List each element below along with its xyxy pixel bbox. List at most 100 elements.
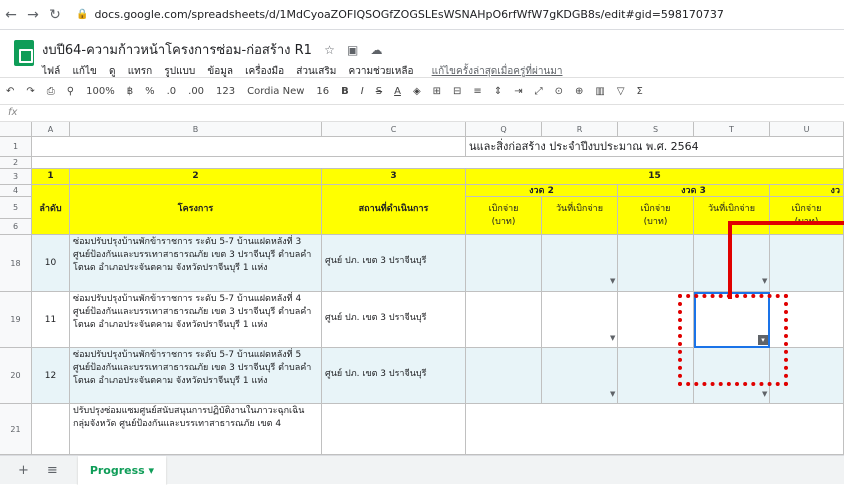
col-header-a[interactable]: A [32, 122, 70, 137]
row-19-no[interactable]: 11 [32, 292, 70, 348]
row-header-20[interactable]: 20 [0, 348, 32, 404]
col-header-c[interactable]: C [322, 122, 466, 137]
header-ngod-4[interactable]: งว [770, 185, 844, 197]
row-21-no[interactable] [32, 404, 70, 455]
zoom-select[interactable]: 100% [86, 86, 115, 97]
row-header-1[interactable]: 1 [0, 137, 32, 157]
row-header-19[interactable]: 19 [0, 292, 32, 348]
merge-icon[interactable]: ⊟ [453, 86, 461, 97]
header-s-pay[interactable]: เบิกจ่าย (บาท) [618, 197, 694, 235]
valign-icon[interactable]: ⇕ [494, 86, 502, 97]
menu-edit[interactable]: แก้ไข [72, 66, 96, 77]
menu-addons[interactable]: ส่วนเสริม [296, 66, 336, 77]
row-19-r[interactable] [542, 292, 618, 348]
row-header-18[interactable]: 18 [0, 235, 32, 292]
cell-a1[interactable] [32, 137, 466, 157]
sheet-tab-progress[interactable]: Progress ▾ [77, 455, 167, 485]
paint-format-icon[interactable]: ⚲ [67, 86, 74, 97]
fill-color-icon[interactable]: ◈ [413, 86, 421, 97]
currency-button[interactable]: ฿ [127, 86, 133, 97]
sheets-logo-icon[interactable] [14, 40, 34, 66]
dropdown-arrow-icon[interactable]: ▼ [610, 390, 615, 398]
percent-button[interactable]: % [145, 86, 155, 97]
row-19-q[interactable] [466, 292, 542, 348]
link-icon[interactable]: ⊙ [555, 86, 563, 97]
header-q-pay[interactable]: เบิกจ่าย (บาท) [466, 197, 542, 235]
text-color-icon[interactable]: A [394, 86, 401, 97]
row-header-2[interactable]: 2 [0, 157, 32, 169]
row-21-place[interactable] [322, 404, 466, 455]
col-header-q[interactable]: Q [466, 122, 542, 137]
star-icon[interactable]: ☆ [324, 43, 335, 57]
row-header-21[interactable]: 21 [0, 404, 32, 455]
italic-icon[interactable]: I [361, 86, 364, 97]
row-2[interactable] [32, 157, 844, 169]
add-sheet-icon[interactable]: + [18, 463, 29, 478]
dropdown-arrow-icon[interactable]: ▼ [610, 277, 615, 285]
redo-icon[interactable]: ↷ [26, 86, 34, 97]
col-header-s[interactable]: S [618, 122, 694, 137]
functions-icon[interactable]: Σ [637, 86, 643, 97]
row-20-no[interactable]: 12 [32, 348, 70, 404]
undo-icon[interactable]: ↶ [6, 86, 14, 97]
row-18-project[interactable]: ซ่อมปรับปรุงบ้านพักข้าราชการ ระดับ 5-7 บ… [70, 235, 322, 292]
row-18-r[interactable] [542, 235, 618, 292]
doc-title[interactable]: งบปี64-ความก้าวหน้าโครงการซ่อม-ก่อสร้าง … [42, 43, 312, 58]
bold-icon[interactable]: B [341, 86, 349, 97]
col-header-b[interactable]: B [70, 122, 322, 137]
chart-icon[interactable]: ▥ [595, 86, 604, 97]
menu-view[interactable]: ดู [109, 66, 116, 77]
row-18-t[interactable] [694, 235, 770, 292]
address-input[interactable]: docs.google.com/spreadsheets/d/1MdCyoaZO… [94, 8, 723, 21]
row-21-rest[interactable] [466, 404, 844, 455]
select-all-corner[interactable] [0, 122, 32, 137]
row-19-project[interactable]: ซ่อมปรับปรุงบ้านพักข้าราชการ ระดับ 5-7 บ… [70, 292, 322, 348]
row-18-place[interactable]: ศูนย์ ปภ. เขต 3 ปราจีนบุรี [322, 235, 466, 292]
row-18-u[interactable] [770, 235, 844, 292]
wrap-icon[interactable]: ⇥ [514, 86, 522, 97]
last-edit-link[interactable]: แก้ไขครั้งล่าสุดเมื่อครู่ที่ผ่านมา [432, 66, 563, 77]
row-20-r[interactable] [542, 348, 618, 404]
rotate-icon[interactable]: ⤢ [535, 86, 543, 97]
menu-format[interactable]: รูปแบบ [164, 66, 195, 77]
col-header-r[interactable]: R [542, 122, 618, 137]
cell-b3[interactable]: 2 [70, 169, 322, 185]
row-18-q[interactable] [466, 235, 542, 292]
dropdown-arrow-icon[interactable]: ▼ [762, 277, 767, 285]
row-header-3[interactable]: 3 [0, 169, 32, 185]
cell-a3[interactable]: 1 [32, 169, 70, 185]
more-formats-button[interactable]: 123 [216, 86, 235, 97]
align-icon[interactable]: ≡ [473, 86, 481, 97]
strikethrough-icon[interactable]: S [376, 86, 382, 97]
back-icon[interactable]: ← [0, 7, 22, 23]
font-size-select[interactable]: 16 [316, 86, 329, 97]
dropdown-arrow-icon[interactable]: ▼ [762, 390, 767, 398]
row-header-4[interactable]: 4 [0, 185, 32, 197]
reload-icon[interactable]: ↻ [44, 7, 66, 23]
all-sheets-icon[interactable]: ≡ [47, 463, 58, 478]
print-icon[interactable]: ⎙ [47, 86, 55, 97]
header-t-date[interactable]: วันที่เบิกจ่าย [694, 197, 770, 235]
col-header-u[interactable]: U [770, 122, 844, 137]
row-19-place[interactable]: ศูนย์ ปภ. เขต 3 ปราจีนบุรี [322, 292, 466, 348]
decrease-decimal-button[interactable]: .0 [167, 86, 177, 97]
cell-q3[interactable]: 15 [466, 169, 844, 185]
move-folder-icon[interactable]: ▣ [347, 43, 358, 57]
header-col-b[interactable]: โครงการ [70, 185, 322, 235]
menu-tools[interactable]: เครื่องมือ [245, 66, 284, 77]
font-select[interactable]: Cordia New [247, 86, 304, 97]
forward-icon[interactable]: → [22, 7, 44, 23]
row-20-place[interactable]: ศูนย์ ปภ. เขต 3 ปราจีนบุรี [322, 348, 466, 404]
header-r-date[interactable]: วันที่เบิกจ่าย [542, 197, 618, 235]
filter-icon[interactable]: ▽ [617, 86, 625, 97]
menu-data[interactable]: ข้อมูล [207, 66, 233, 77]
row-20-project[interactable]: ซ่อมปรับปรุงบ้านพักข้าราชการ ระดับ 5-7 บ… [70, 348, 322, 404]
formula-bar[interactable]: fx [0, 105, 844, 122]
cell-c3[interactable]: 3 [322, 169, 466, 185]
header-col-c[interactable]: สถานที่ดำเนินการ [322, 185, 466, 235]
menu-file[interactable]: ไฟล์ [42, 66, 60, 77]
header-col-a[interactable]: ลำดับ [32, 185, 70, 235]
comment-icon[interactable]: ⊕ [575, 86, 583, 97]
row-18-s[interactable] [618, 235, 694, 292]
header-ngod-2[interactable]: งวด 2 [466, 185, 618, 197]
